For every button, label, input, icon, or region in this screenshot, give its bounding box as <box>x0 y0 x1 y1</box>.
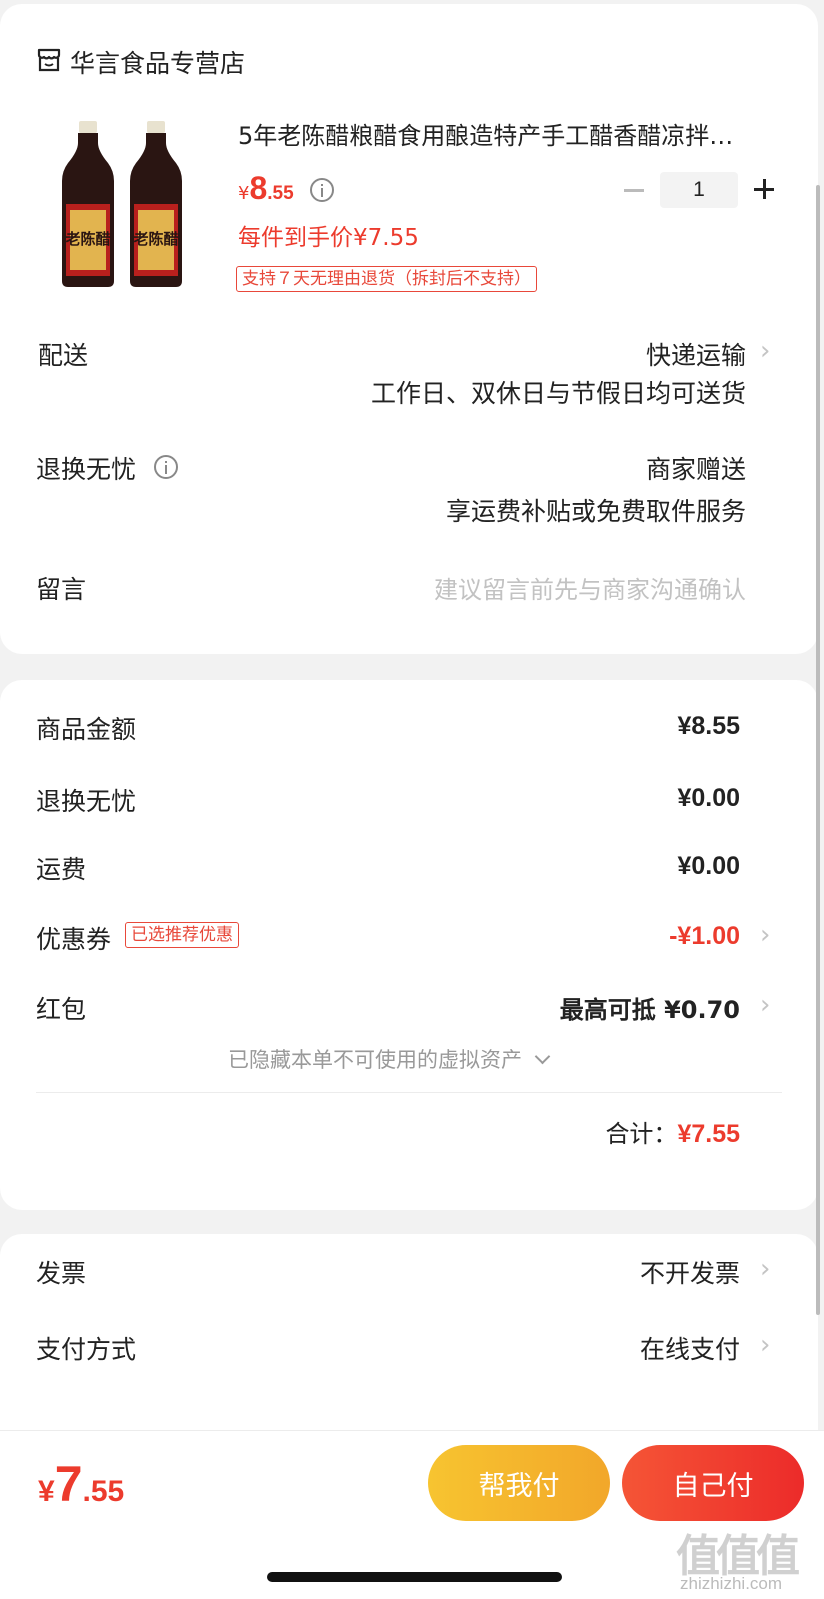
hidden-assets-toggle[interactable]: 已隐藏本单不可使用的虚拟资产 <box>228 1044 550 1074</box>
vinegar-bottles-image: 老陈醋 老陈醋 <box>62 121 182 287</box>
watermark-text: zhizhizhi.com <box>680 1574 783 1593</box>
help-me-pay-button[interactable]: 帮我付 <box>428 1445 610 1521</box>
delivery-method[interactable]: 快递运输 <box>646 336 746 372</box>
returns-label: 退换无忧 <box>36 455 137 484</box>
delivery-note: 工作日、双休日与节假日均可送货 <box>370 379 746 408</box>
invoice-value[interactable]: 不开发票 <box>640 1254 740 1290</box>
product-title[interactable]: 5年老陈醋粮醋食用酿造特产手工醋香醋凉拌… <box>238 116 733 151</box>
bottle-label-text: 老陈醋 <box>132 230 178 248</box>
price-int: 8 <box>249 170 268 206</box>
returns-fee-value: ¥0.00 <box>677 784 740 812</box>
red-packet-chevron-icon[interactable]: › <box>760 992 770 1018</box>
divider <box>36 1092 782 1093</box>
price-dec: .55 <box>267 183 294 204</box>
coupon-value[interactable]: -¥1.00 <box>669 922 740 951</box>
returns-fee-label: 退换无忧 <box>36 787 137 816</box>
shipping-label: 运费 <box>36 855 87 884</box>
store-name[interactable]: 华言食品专营店 <box>70 44 245 80</box>
red-packet-value[interactable]: 最高可抵 ¥0.70 <box>560 990 740 1025</box>
red-packet-label: 红包 <box>36 995 87 1024</box>
shipping-value: ¥0.00 <box>677 852 740 880</box>
checkout-total-price: ¥7.55 <box>38 1455 124 1513</box>
total-label: 合计： <box>605 1120 678 1148</box>
checkout-price-dec: .55 <box>82 1475 125 1508</box>
returns-note: 享运费补贴或免费取件服务 <box>445 497 746 526</box>
store-icon <box>37 48 61 72</box>
payment-method-label: 支付方式 <box>36 1335 137 1364</box>
message-label: 留言 <box>36 575 87 604</box>
goods-amount-label: 商品金额 <box>36 715 137 744</box>
total-row: 合计：¥7.55 <box>605 1114 740 1149</box>
home-indicator <box>267 1572 562 1582</box>
quantity-field[interactable]: 1 <box>660 172 738 208</box>
hidden-assets-text: 已隐藏本单不可使用的虚拟资产 <box>228 1048 522 1072</box>
bottle-label-text: 老陈醋 <box>64 230 110 248</box>
minus-icon <box>624 189 644 192</box>
pay-myself-button[interactable]: 自己付 <box>622 1445 804 1521</box>
invoice-chevron-icon[interactable]: › <box>760 1256 770 1282</box>
final-price-per-item: 每件到手价¥7.55 <box>238 225 419 251</box>
message-input[interactable]: 建议留言前先与商家沟通确认 <box>434 570 746 605</box>
product-image[interactable]: 老陈醋 老陈醋 <box>56 116 206 296</box>
quantity-decrease-button[interactable] <box>624 172 648 208</box>
return-policy-tag: 支持７天无理由退货（拆封后不支持） <box>236 266 537 292</box>
returns-value: 商家赠送 <box>645 455 746 484</box>
order-summary-card: 商品金额 ¥8.55 退换无忧 ¥0.00 运费 ¥0.00 优惠券 已选推荐优… <box>0 680 818 1210</box>
scrollbar[interactable] <box>816 185 820 1315</box>
chevron-down-icon <box>534 1048 550 1065</box>
product-price: ¥8.55 <box>238 170 294 207</box>
payment-method-value[interactable]: 在线支付 <box>640 1330 740 1366</box>
total-value: ¥7.55 <box>677 1120 740 1148</box>
payment-chevron-icon[interactable]: › <box>760 1332 770 1358</box>
coupon-chevron-icon[interactable]: › <box>760 922 770 948</box>
goods-amount-value: ¥8.55 <box>677 712 740 740</box>
quantity-increase-button[interactable] <box>752 176 776 204</box>
product-card: 华言食品专营店 老陈醋 老陈醋 5年老陈醋粮醋食用酿造特产手工醋香醋凉拌… ¥8… <box>0 4 818 654</box>
checkout-price-int: 7 <box>54 1456 83 1512</box>
price-symbol: ¥ <box>238 183 250 204</box>
delivery-label: 配送 <box>38 341 89 370</box>
invoice-payment-card: 发票 不开发票 › 支付方式 在线支付 › <box>0 1234 818 1454</box>
checkout-price-symbol: ¥ <box>38 1475 55 1508</box>
price-info-icon[interactable] <box>310 178 334 202</box>
coupon-label: 优惠券 <box>36 925 112 954</box>
returns-info-icon[interactable] <box>154 455 178 479</box>
invoice-label: 发票 <box>36 1259 87 1288</box>
coupon-recommended-tag: 已选推荐优惠 <box>125 922 239 948</box>
delivery-chevron-icon[interactable]: › <box>760 338 770 364</box>
